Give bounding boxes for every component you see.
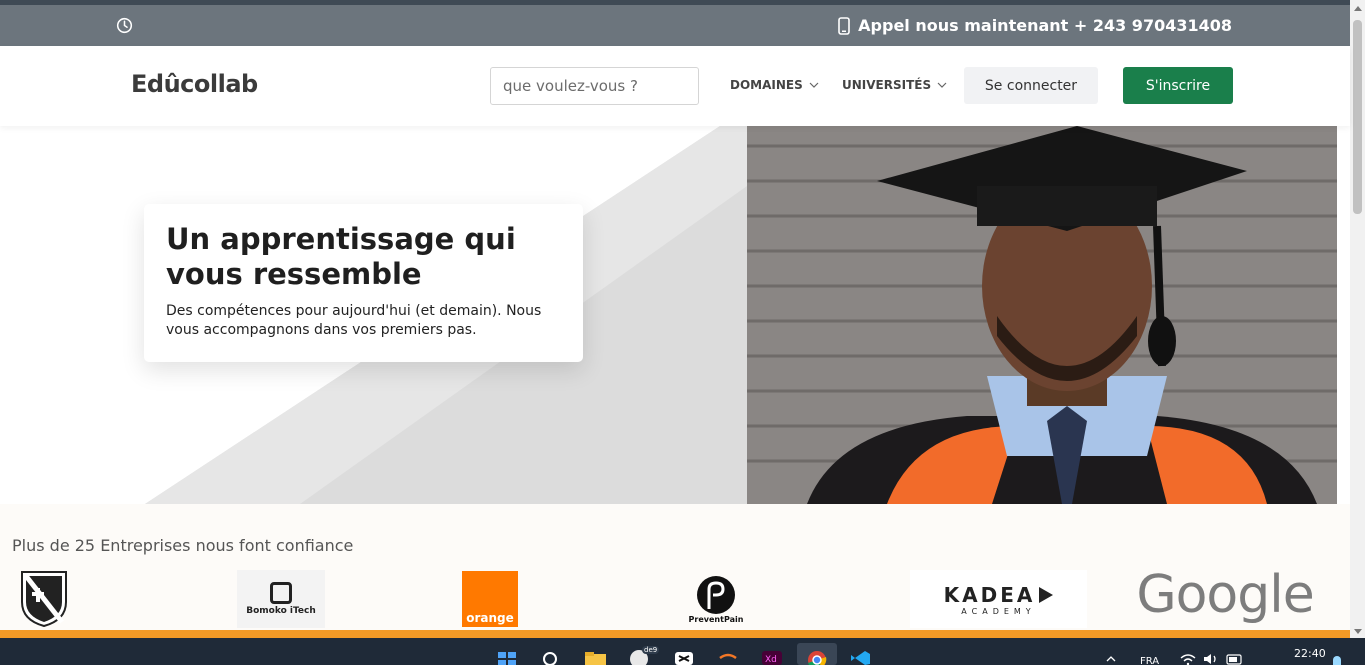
phone-contact[interactable]: Appel nous maintenant + 243 970431408 (838, 5, 1232, 46)
topbar: Appel nous maintenant + 243 970431408 (0, 5, 1350, 46)
hero-title: Un apprentissage qui vous ressemble (166, 222, 516, 291)
graduate-photo (747, 126, 1337, 504)
capcut-icon[interactable] (673, 650, 695, 665)
preventpain-text: PreventPain (688, 614, 744, 624)
chrome-app-active[interactable] (797, 643, 837, 665)
phone-text: Appel nous maintenant + 243 970431408 (858, 16, 1232, 35)
main-navbar: Edûcollab DOMAINES UNIVERSITÉS Se connec… (0, 46, 1350, 126)
chevron-down-icon (809, 82, 819, 88)
clock-icon (116, 17, 133, 34)
partners-section: Plus de 25 Entreprises nous font confian… (0, 504, 1350, 634)
battery-icon[interactable] (1226, 653, 1244, 665)
orange-logo[interactable]: orange (462, 571, 518, 627)
wifi-icon[interactable] (1180, 654, 1196, 665)
chevron-down-icon (937, 82, 947, 88)
bomoko-text: Bomoko iTech (246, 606, 316, 616)
brand-logo[interactable]: Edûcollab (131, 70, 258, 98)
hero-section: Un apprentissage qui vous ressemble Des … (0, 126, 1350, 504)
hero-subtitle: Des compétences pour aujourd'hui (et dem… (166, 303, 542, 338)
university-crest-logo[interactable] (14, 570, 74, 628)
play-arrow-icon (1039, 586, 1054, 603)
taskbar-clock[interactable]: 22:40 (1294, 647, 1326, 660)
google-logo[interactable]: Google (1135, 565, 1315, 625)
preventpain-icon (697, 575, 735, 614)
folder-icon[interactable] (584, 650, 606, 665)
search-icon[interactable] (540, 650, 562, 665)
nav-domains-label: DOMAINES (730, 78, 803, 92)
crest-icon (21, 571, 67, 628)
bomoko-itech-logo[interactable]: Bomoko iTech (237, 570, 325, 628)
login-button[interactable]: Se connecter (964, 67, 1098, 104)
bomoko-icon (269, 582, 292, 604)
chevron-up-icon[interactable] (1106, 656, 1116, 662)
kadea-academy-logo[interactable]: KADEA ACADEMY (910, 570, 1087, 628)
windows-taskbar: de9 Xd FRA 22:40 (0, 638, 1365, 665)
chrome-icon (808, 651, 827, 665)
scroll-thumb[interactable] (1353, 20, 1362, 214)
nav-domains-dropdown[interactable]: DOMAINES (730, 78, 819, 92)
jupyter-icon[interactable] (717, 650, 739, 665)
preventpain-logo[interactable]: PreventPain (686, 570, 746, 628)
adobe-xd-icon[interactable]: Xd (761, 650, 783, 665)
svg-text:Xd: Xd (765, 655, 777, 665)
google-text: Google (1136, 565, 1314, 625)
whatsapp-app[interactable]: de9 (628, 646, 660, 665)
nav-universities-dropdown[interactable]: UNIVERSITÉS (842, 78, 947, 92)
kadea-text: KADEA (943, 582, 1036, 607)
nav-universities-label: UNIVERSITÉS (842, 78, 932, 92)
scroll-up-arrow-icon[interactable] (1354, 6, 1362, 11)
windows-start-icon[interactable] (496, 650, 518, 665)
kadea-subtext: ACADEMY (961, 606, 1036, 616)
orange-text: orange (466, 611, 514, 625)
signup-button[interactable]: S'inscrire (1123, 67, 1233, 104)
speaker-icon[interactable] (1203, 653, 1219, 665)
partners-title: Plus de 25 Entreprises nous font confian… (12, 536, 354, 555)
language-indicator[interactable]: FRA (1140, 656, 1159, 665)
scroll-down-arrow-icon[interactable] (1354, 629, 1362, 634)
page-scrollbar[interactable] (1350, 0, 1365, 638)
vscode-icon[interactable] (849, 650, 871, 665)
search-input[interactable] (490, 67, 699, 105)
notification-badge: de9 (642, 646, 660, 654)
hero-card: Un apprentissage qui vous ressemble Des … (144, 204, 583, 362)
mobile-phone-icon (838, 16, 850, 35)
accent-bar (0, 630, 1350, 638)
notification-center-icon[interactable] (1333, 656, 1341, 665)
